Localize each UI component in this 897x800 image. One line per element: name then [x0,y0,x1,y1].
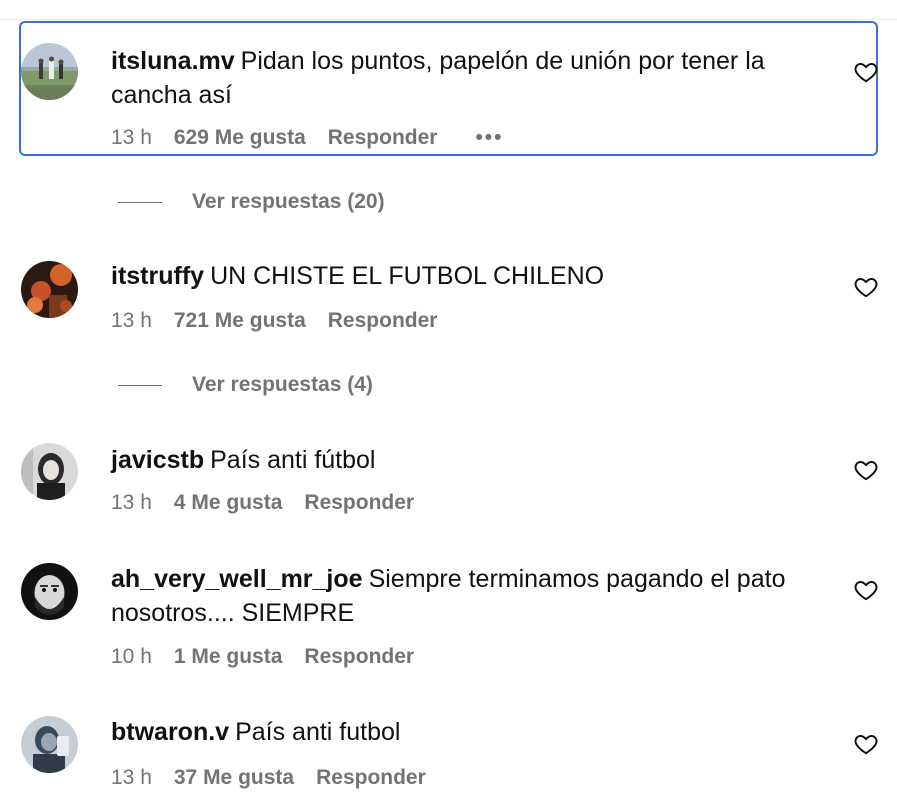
comment-time[interactable]: 13 h [111,124,152,152]
comment-body: itsluna.mv Pidan los puntos, papelón de u… [111,44,831,112]
comment-meta: 13 h 37 Me gusta Responder [111,764,464,792]
reply-button[interactable]: Responder [328,124,438,152]
like-heart-icon[interactable] [853,274,879,300]
bearded-face-photo-icon [21,563,78,620]
orange-balloons-photo-icon [21,261,78,318]
comment-meta: 13 h 721 Me gusta Responder [111,307,475,335]
like-count[interactable]: 721 Me gusta [174,307,306,335]
comment-username[interactable]: javicstb [111,446,204,474]
comment-username[interactable]: itsluna.mv [111,47,235,75]
comment-body: btwaron.v País anti futbol [111,715,831,749]
reply-button[interactable]: Responder [304,643,414,671]
comment-body: itstruffy UN CHISTE EL FUTBOL CHILENO [111,259,831,293]
avatar[interactable] [21,43,78,100]
like-heart-icon[interactable] [853,59,879,85]
avatar[interactable] [21,716,78,773]
like-count[interactable]: 1 Me gusta [174,643,283,671]
comment-body: javicstb País anti fútbol [111,443,831,477]
comment-item: itsluna.mv Pidan los puntos, papelón de u… [0,0,897,170]
view-replies-button[interactable]: Ver respuestas (4) [118,371,373,399]
comment-meta: 13 h 4 Me gusta Responder [111,489,452,517]
comment-time[interactable]: 13 h [111,307,152,335]
like-heart-icon[interactable] [853,577,879,603]
like-count[interactable]: 37 Me gusta [174,764,294,792]
reply-button[interactable]: Responder [328,307,438,335]
replies-line [118,384,162,386]
comment-time[interactable]: 10 h [111,643,152,671]
more-options-button[interactable]: ••• [475,124,503,152]
comment-username[interactable]: btwaron.v [111,718,229,746]
comment-username[interactable]: ah_very_well_mr_joe [111,565,363,593]
avatar[interactable] [21,443,78,500]
comment-username[interactable]: itstruffy [111,262,204,290]
avatar[interactable] [21,261,78,318]
soccer-field-photo-icon [21,43,78,100]
view-replies-label: Ver respuestas (4) [192,373,373,396]
comment-meta: 10 h 1 Me gusta Responder [111,643,452,671]
comment-text: UN CHISTE EL FUTBOL CHILENO [210,262,605,290]
view-replies-button[interactable]: Ver respuestas (20) [118,188,385,216]
like-heart-icon[interactable] [853,457,879,483]
comment-text: País anti fútbol [210,446,376,474]
like-heart-icon[interactable] [853,731,879,757]
comment-time[interactable]: 13 h [111,764,152,792]
replies-line [118,201,162,203]
reply-button[interactable]: Responder [304,489,414,517]
like-count[interactable]: 629 Me gusta [174,124,306,152]
like-count[interactable]: 4 Me gusta [174,489,283,517]
comment-time[interactable]: 13 h [111,489,152,517]
reply-button[interactable]: Responder [316,764,426,792]
comment-body: ah_very_well_mr_joe Siempre terminamos pa… [111,562,831,630]
bw-portrait-photo-icon [21,443,78,500]
comment-meta: 13 h 629 Me gusta Responder ••• [111,124,504,152]
comment-text: País anti futbol [235,718,401,746]
view-replies-label: Ver respuestas (20) [192,190,385,213]
selfie-photo-icon [21,716,78,773]
avatar[interactable] [21,563,78,620]
